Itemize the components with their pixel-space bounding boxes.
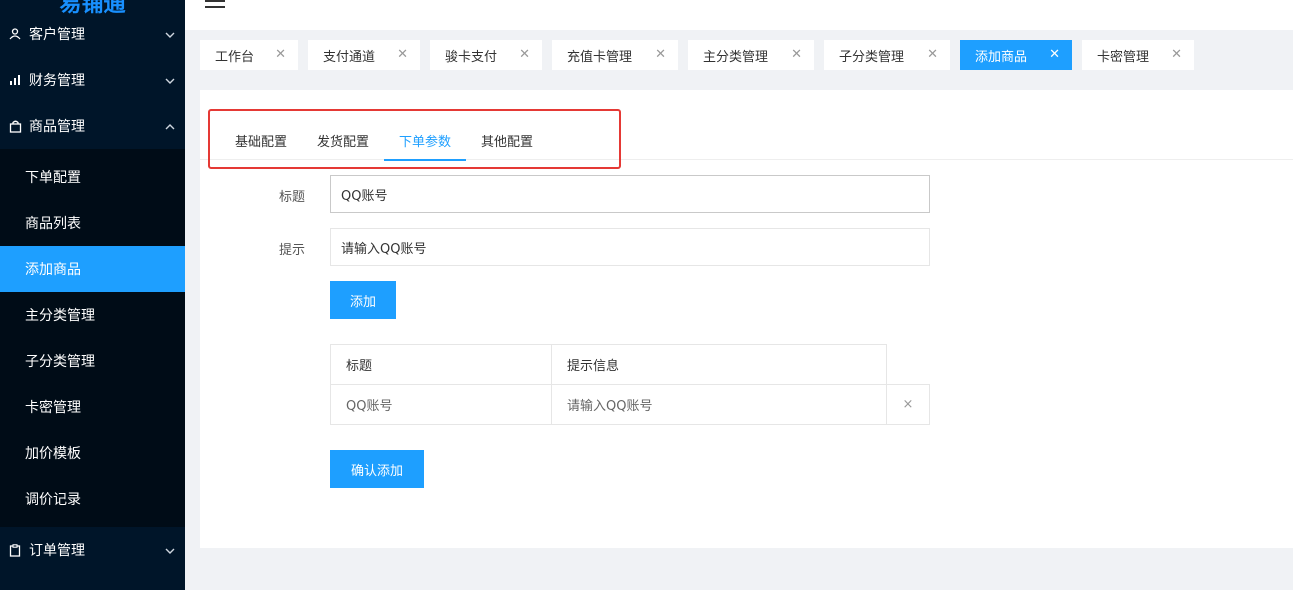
close-icon[interactable]: ✕ (275, 47, 286, 62)
sidebar-subitem-product-list[interactable]: 商品列表 (0, 200, 185, 246)
params-table: 标题 提示信息 QQ账号 请输入QQ账号 × (330, 344, 930, 425)
chevron-up-icon (155, 119, 185, 133)
sidebar-item-products[interactable]: 商品管理 (0, 103, 185, 149)
tab-label: 工作台 (215, 49, 255, 65)
confirm-add-button[interactable]: 确认添加 (330, 450, 424, 488)
sidebar-subitem-order-config[interactable]: 下单配置 (0, 154, 185, 200)
tab-label: 子分类管理 (839, 49, 905, 65)
close-icon[interactable]: ✕ (791, 47, 802, 62)
top-header (185, 0, 1293, 30)
cell-title: QQ账号 (330, 384, 552, 425)
tab-payment-channel[interactable]: 支付通道 ✕ (308, 40, 420, 70)
sidebar-item-customers[interactable]: 客户管理 (0, 11, 185, 57)
add-param-button[interactable]: 添加 (330, 281, 396, 319)
sidebar-subitem-sub-category[interactable]: 子分类管理 (0, 338, 185, 384)
form-panel: 基础配置 发货配置 下单参数 其他配置 标题 QQ账号 提示 请输入QQ账号 添… (200, 90, 1293, 548)
tab-add-product[interactable]: 添加商品 ✕ (960, 40, 1072, 70)
sidebar-item-label: 客户管理 (29, 27, 85, 43)
tab-label: 支付通道 (323, 49, 376, 65)
table-row: QQ账号 请输入QQ账号 × (330, 384, 930, 425)
tab-label: 骏卡支付 (445, 49, 498, 65)
sidebar-item-label: 财务管理 (29, 73, 85, 89)
close-icon[interactable]: ✕ (655, 47, 666, 62)
tab-label: 卡密管理 (1097, 49, 1150, 65)
close-icon[interactable]: ✕ (397, 47, 408, 62)
tab-recharge-card[interactable]: 充值卡管理 ✕ (552, 40, 678, 70)
cell-hint: 请输入QQ账号 (551, 384, 887, 425)
bag-icon (6, 117, 24, 135)
column-header-title: 标题 (330, 344, 552, 385)
sidebar-subitem-price-log[interactable]: 调价记录 (0, 476, 185, 522)
sidebar-item-orders[interactable]: 订单管理 (0, 527, 185, 573)
title-label: 标题 (278, 190, 305, 205)
sidebar-subitem-add-product[interactable]: 添加商品 (0, 246, 185, 292)
chevron-down-icon (155, 73, 185, 87)
tab-sub-category[interactable]: 子分类管理 ✕ (824, 40, 950, 70)
bar-chart-icon (6, 71, 24, 89)
chevron-down-icon (155, 543, 185, 557)
tab-label: 主分类管理 (703, 49, 769, 65)
sidebar-subitem-markup-template[interactable]: 加价模板 (0, 430, 185, 476)
remove-row-icon[interactable]: × (886, 384, 930, 425)
chevron-down-icon (155, 27, 185, 41)
sidebar: 易铺通 客户管理 财务管理 商品管理 下单配置 商品列表 添加商品 主分类管理 … (0, 0, 185, 590)
menu-toggle-icon[interactable] (205, 0, 225, 12)
annotation-highlight-box (208, 109, 621, 169)
clipboard-icon (6, 541, 24, 559)
tab-junka-payment[interactable]: 骏卡支付 ✕ (430, 40, 542, 70)
user-icon (6, 25, 24, 43)
sidebar-subitem-main-category[interactable]: 主分类管理 (0, 292, 185, 338)
column-header-empty (886, 344, 930, 385)
hint-label: 提示 (278, 243, 305, 258)
hint-input[interactable]: 请输入QQ账号 (330, 228, 930, 266)
sidebar-subitem-card-secret[interactable]: 卡密管理 (0, 384, 185, 430)
close-icon[interactable]: ✕ (1049, 47, 1060, 62)
close-icon[interactable]: ✕ (1171, 47, 1182, 62)
tab-main-category[interactable]: 主分类管理 ✕ (688, 40, 814, 70)
tab-dashboard[interactable]: 工作台 ✕ (200, 40, 298, 70)
column-header-hint: 提示信息 (551, 344, 887, 385)
sidebar-item-label: 商品管理 (29, 119, 85, 135)
table-header-row: 标题 提示信息 (330, 344, 930, 385)
sidebar-item-finance[interactable]: 财务管理 (0, 57, 185, 103)
close-icon[interactable]: ✕ (927, 47, 938, 62)
close-icon[interactable]: ✕ (519, 47, 530, 62)
sidebar-item-label: 订单管理 (29, 543, 85, 559)
tab-card-secret[interactable]: 卡密管理 ✕ (1082, 40, 1194, 70)
tab-label: 充值卡管理 (567, 49, 633, 65)
tab-label: 添加商品 (975, 49, 1028, 65)
title-input[interactable]: QQ账号 (330, 175, 930, 213)
